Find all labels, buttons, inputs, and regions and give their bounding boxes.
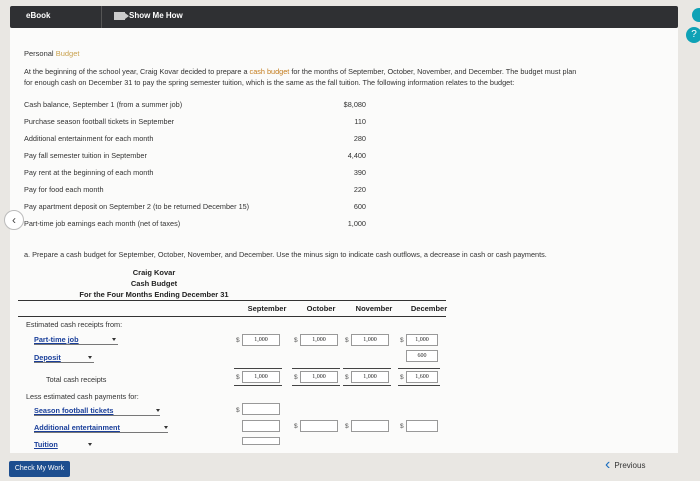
chevron-left-icon[interactable]: ‹: [4, 210, 24, 230]
receipts-header: Estimated cash receipts from:: [26, 320, 123, 329]
info-value: 280: [353, 134, 366, 143]
help-icon[interactable]: ?: [686, 27, 700, 43]
info-value: 220: [353, 185, 366, 194]
football-sep-input[interactable]: [242, 403, 280, 415]
total-receipts-nov[interactable]: 1,000: [351, 371, 389, 383]
part-time-job-select[interactable]: Part-time job: [34, 335, 79, 344]
total-receipts-sep[interactable]: 1,000: [242, 371, 280, 383]
total-rule: [234, 368, 282, 369]
info-value: 1,000: [347, 219, 366, 228]
total-receipts-dec[interactable]: 1,600: [406, 371, 438, 383]
side-panel-tab[interactable]: [692, 8, 700, 22]
info-label: Purchase season football tickets in Sept…: [24, 117, 175, 126]
select-underline: [34, 415, 160, 416]
cash-budget-link[interactable]: cash budget: [250, 67, 290, 76]
previous-button[interactable]: ‹ Previous: [605, 457, 645, 473]
previous-label: Previous: [614, 460, 646, 470]
dollar-sign: $: [236, 407, 240, 414]
dollar-sign: $: [294, 423, 298, 430]
toolbar-divider: [101, 6, 102, 28]
entertainment-dec-input[interactable]: [406, 420, 438, 432]
total-receipts-oct[interactable]: 1,000: [300, 371, 338, 383]
col-october: October: [306, 304, 336, 313]
total-rule: [292, 385, 340, 386]
dollar-sign: $: [400, 423, 404, 430]
ebook-button[interactable]: eBook: [26, 11, 50, 20]
dollar-sign: $: [400, 337, 404, 344]
info-label: Pay for food each month: [24, 185, 104, 194]
info-label: Cash balance, September 1 (from a summer…: [24, 100, 183, 109]
total-rule: [398, 385, 440, 386]
select-underline: [34, 362, 94, 363]
tuition-sep-input[interactable]: [242, 437, 280, 445]
select-underline: [34, 344, 118, 345]
part-time-dec-input[interactable]: 1,000: [406, 334, 438, 346]
info-label: Part-time job earnings each month (net o…: [24, 219, 181, 228]
total-rule: [398, 368, 440, 369]
show-me-how-button[interactable]: Show Me How: [114, 11, 183, 20]
info-value: 110: [354, 117, 366, 126]
total-rule: [234, 385, 282, 386]
video-icon: [114, 11, 129, 20]
deposit-select[interactable]: Deposit: [34, 353, 61, 362]
column-rule: [18, 316, 446, 317]
entertainment-oct-input[interactable]: [300, 420, 338, 432]
select-underline: [34, 432, 168, 433]
part-time-oct-input[interactable]: 1,000: [300, 334, 338, 346]
budget-name: Craig Kovar: [132, 268, 176, 277]
deposit-dec-input[interactable]: 600: [406, 350, 438, 362]
dollar-sign: $: [400, 374, 404, 381]
payments-header: Less estimated cash payments for:: [26, 392, 139, 401]
dollar-sign: $: [236, 374, 240, 381]
info-label: Pay apartment deposit on September 2 (to…: [24, 202, 250, 211]
total-rule: [343, 385, 391, 386]
budget-period: For the Four Months Ending December 31: [79, 290, 229, 299]
problem-title: Personal Budget: [24, 49, 80, 58]
info-value: $8,080: [343, 100, 366, 109]
show-me-how-label: Show Me How: [129, 11, 183, 20]
col-september: September: [247, 304, 287, 313]
problem-intro: At the beginning of the school year, Cra…: [24, 67, 577, 87]
total-receipts-label: Total cash receipts: [46, 375, 107, 384]
col-december: December: [410, 304, 448, 313]
budget-title: Cash Budget: [130, 279, 178, 288]
part-time-sep-input[interactable]: 1,000: [242, 334, 280, 346]
info-label: Additional entertainment for each month: [24, 134, 154, 143]
info-value: 600: [353, 202, 366, 211]
info-value: 390: [353, 168, 366, 177]
total-rule: [292, 368, 340, 369]
part-a-instructions: a. Prepare a cash budget for September, …: [24, 250, 547, 259]
dollar-sign: $: [294, 374, 298, 381]
dollar-sign: $: [345, 423, 349, 430]
football-tickets-select[interactable]: Season football tickets: [34, 406, 113, 415]
info-label: Pay fall semester tuition in September: [24, 151, 147, 160]
total-rule: [343, 368, 391, 369]
part-time-nov-input[interactable]: 1,000: [351, 334, 389, 346]
entertainment-select[interactable]: Additional entertainment: [34, 423, 120, 432]
dollar-sign: $: [236, 337, 240, 344]
problem-panel: Personal Budget At the beginning of the …: [4, 28, 678, 453]
info-label: Pay rent at the beginning of each month: [24, 168, 154, 177]
dollar-sign: $: [294, 337, 298, 344]
info-value: 4,400: [347, 151, 366, 160]
top-toolbar: eBook Show Me How: [10, 6, 678, 28]
entertainment-nov-input[interactable]: [351, 420, 389, 432]
chevron-left-icon: ‹: [605, 456, 611, 473]
header-rule: [18, 300, 446, 301]
entertainment-sep-input[interactable]: [242, 420, 280, 432]
dollar-sign: $: [345, 337, 349, 344]
tuition-select[interactable]: Tuition: [34, 440, 58, 450]
check-my-work-button[interactable]: Check My Work: [9, 461, 70, 477]
col-november: November: [355, 304, 393, 313]
dollar-sign: $: [345, 374, 349, 381]
